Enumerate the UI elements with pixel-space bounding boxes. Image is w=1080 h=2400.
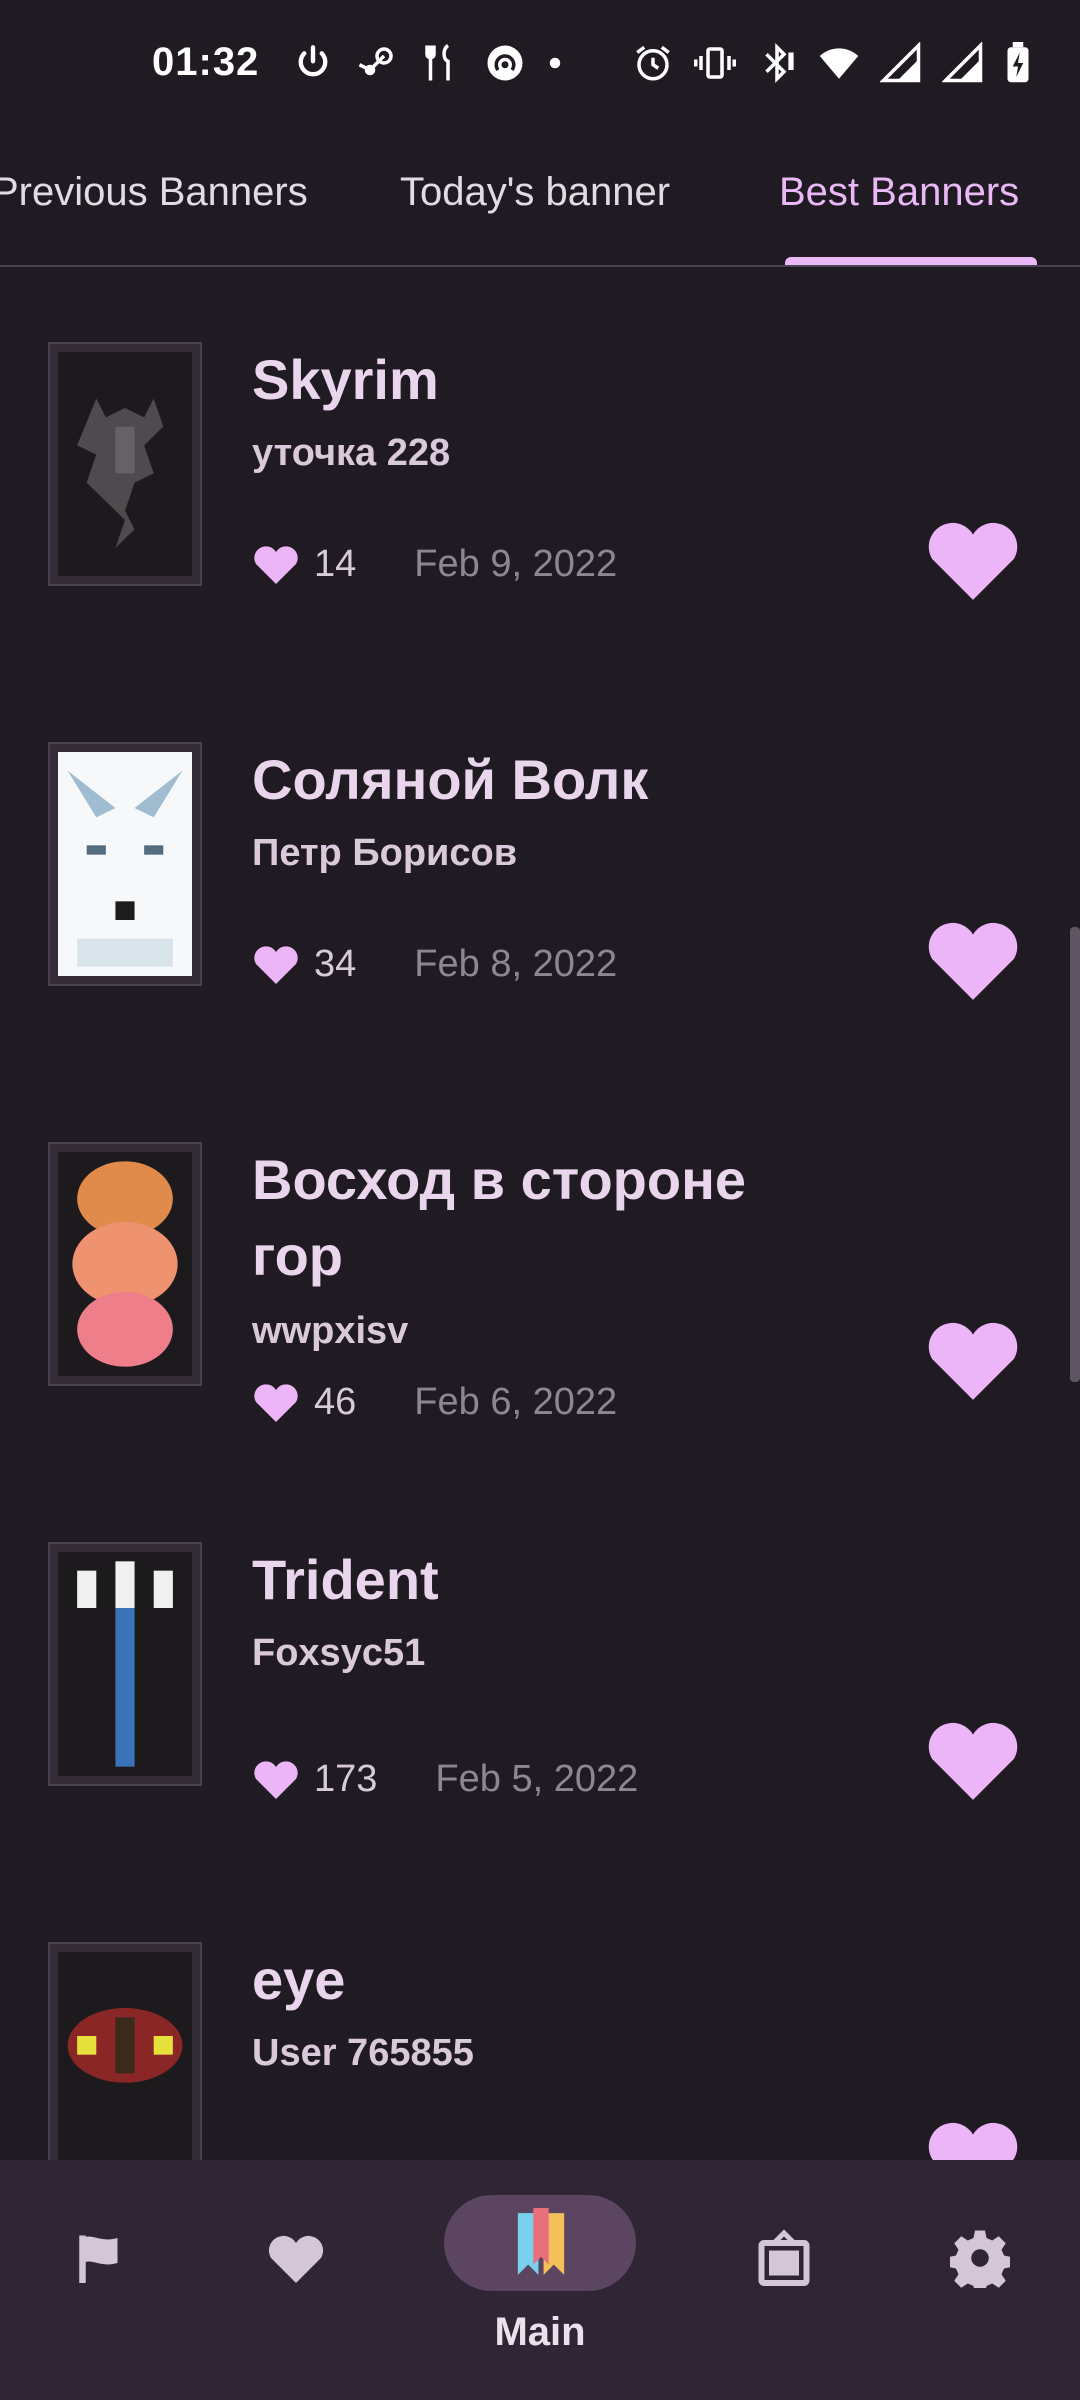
banner-date: Feb 8, 2022	[414, 942, 618, 985]
likes-heart-icon	[254, 1761, 298, 1799]
banner-title: eye	[252, 1948, 346, 2011]
list-item[interactable]: Skyrim уточка 228 14 Feb 9, 2022	[0, 342, 1080, 722]
tab-previous-banners[interactable]: Previous Banners	[0, 170, 308, 215]
favorite-heart-button[interactable]	[924, 1314, 1022, 1404]
likes-count: 14	[314, 542, 357, 585]
status-bar: 01:32	[0, 0, 1080, 130]
likes-count: 46	[314, 1380, 357, 1423]
sunrise-banner-image	[58, 1152, 192, 1376]
banner-thumbnail	[48, 1142, 202, 1386]
banner-meta: 173 Feb 5, 2022	[252, 1757, 638, 1801]
banner-author: User 765855	[252, 2032, 474, 2074]
flag-icon	[79, 2235, 118, 2283]
gear-icon	[950, 2230, 1010, 2288]
likes-heart-icon	[254, 946, 298, 984]
wifi-icon	[819, 48, 859, 79]
signal-icon	[880, 42, 921, 83]
likes-heart-icon	[254, 1384, 298, 1422]
battery-charging-icon	[1007, 42, 1029, 83]
list-item[interactable]: eye User 765855	[0, 1942, 1080, 2160]
banner-title: Skyrim	[252, 348, 439, 411]
nav-main[interactable]	[440, 2160, 640, 2400]
banner-date: Feb 6, 2022	[414, 1380, 618, 1423]
list-item[interactable]: Trident Foxsyc51 173 Feb 5, 2022	[0, 1542, 1080, 1922]
likes-count: 173	[314, 1757, 378, 1800]
banner-author: Петр Борисов	[252, 832, 518, 874]
eye-banner-image	[58, 1952, 192, 2160]
favorite-heart-button[interactable]	[924, 514, 1022, 604]
alarm-icon	[636, 45, 670, 81]
banner-author: Foxsyc51	[252, 1632, 426, 1674]
banner-list[interactable]: Skyrim уточка 228 14 Feb 9, 2022 Соляной…	[0, 267, 1080, 2160]
banner-meta: 34 Feb 8, 2022	[252, 942, 617, 986]
banner-meta: 46 Feb 6, 2022	[252, 1380, 617, 1424]
banner-author: wwpxisv	[252, 1310, 409, 1352]
status-time: 01:32	[152, 40, 260, 84]
banner-thumbnail	[48, 1542, 202, 1786]
vibrate-icon	[694, 47, 736, 79]
favorite-heart-button[interactable]	[924, 914, 1022, 1004]
bookmark-icon	[517, 2208, 565, 2275]
fork-knife-icon	[425, 44, 450, 81]
scrollbar[interactable]	[1070, 927, 1080, 1382]
bluetooth-icon	[765, 43, 794, 83]
nav-favorites[interactable]	[236, 2160, 356, 2400]
banner-thumbnail	[48, 742, 202, 986]
signal-icon-2	[942, 42, 983, 83]
banner-date: Feb 5, 2022	[435, 1757, 639, 1800]
wolf-banner-image	[58, 752, 192, 976]
favorite-heart-button[interactable]	[924, 2114, 1022, 2160]
nav-flag[interactable]	[40, 2160, 160, 2400]
list-item[interactable]: Соляной Волк Петр Борисов 34 Feb 8, 2022	[0, 742, 1080, 1122]
banner-thumbnail	[48, 1942, 202, 2160]
banner-title: Trident	[252, 1548, 439, 1611]
status-right-icons	[632, 42, 1032, 84]
banner-author: уточка 228	[252, 432, 451, 474]
banner-date: Feb 9, 2022	[414, 542, 618, 585]
tab-bar: Previous Banners Today's banner Best Ban…	[0, 140, 1080, 267]
banner-title: Соляной Волк	[252, 748, 649, 811]
power-icon	[298, 45, 328, 77]
tab-todays-banner[interactable]: Today's banner	[400, 170, 670, 215]
dot-icon	[549, 57, 561, 69]
skyrim-banner-image	[58, 352, 192, 576]
banner-title: Восход в стороне гор	[252, 1148, 747, 1287]
active-tab-indicator	[785, 257, 1037, 265]
status-left-icons	[292, 42, 562, 84]
trident-banner-image	[58, 1552, 192, 1776]
frame-icon	[758, 2229, 810, 2286]
list-item[interactable]: Восход в стороне гор wwpxisv 46 Feb 6, 2…	[0, 1142, 1080, 1542]
nav-frame[interactable]	[724, 2160, 844, 2400]
heart-icon	[268, 2235, 324, 2283]
likes-count: 34	[314, 942, 357, 985]
bottom-navigation: Main	[0, 2160, 1080, 2400]
banner-thumbnail	[48, 342, 202, 586]
tab-best-banners[interactable]: Best Banners	[779, 170, 1019, 215]
banner-meta: 14 Feb 9, 2022	[252, 542, 617, 586]
nav-settings[interactable]	[920, 2160, 1040, 2400]
likes-heart-icon	[254, 546, 298, 584]
favorite-heart-button[interactable]	[924, 1714, 1022, 1804]
nav-main-label: Main	[494, 2310, 586, 2354]
hotspot-icon	[487, 45, 523, 81]
steam-icon	[358, 47, 393, 76]
